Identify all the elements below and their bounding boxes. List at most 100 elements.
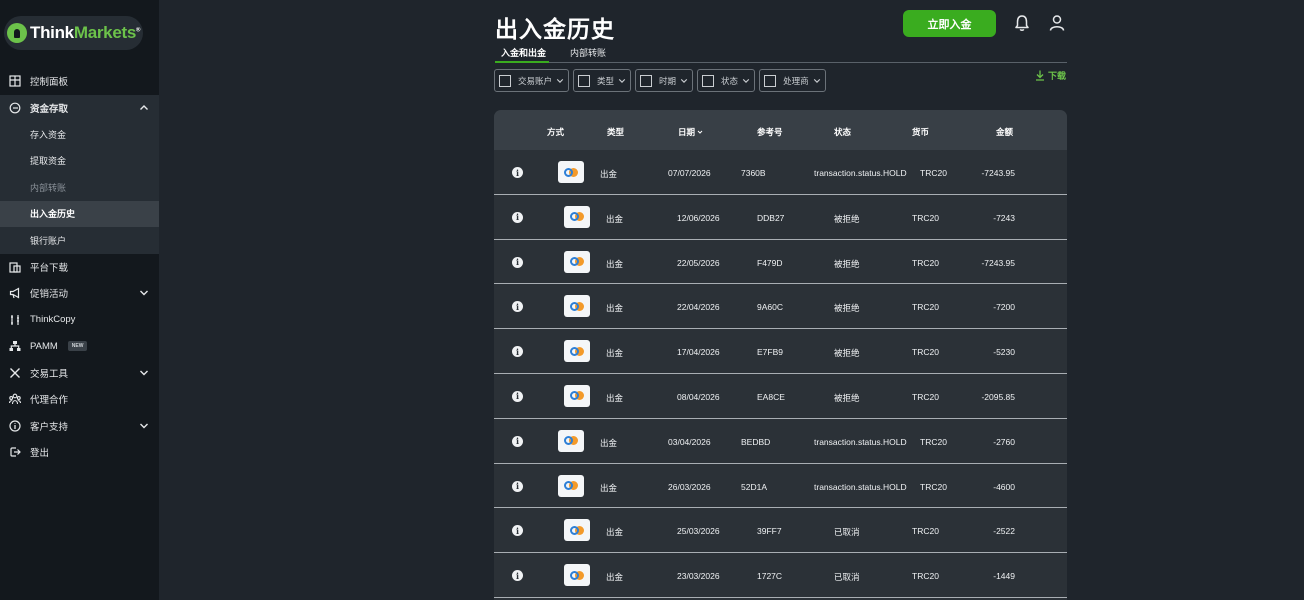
cell-currency: TRC20 xyxy=(912,347,939,358)
filter-checkbox[interactable] xyxy=(640,74,653,87)
cell-status: 已取消 xyxy=(834,572,860,583)
info-icon[interactable]: i xyxy=(512,256,523,268)
cell-amount: -7200 xyxy=(993,302,1015,313)
cell-date: 12/06/2026 xyxy=(677,212,720,223)
sidebar-item-partner[interactable]: 代理合作 xyxy=(0,386,159,413)
table-row[interactable]: i 出金 03/04/2026 BEDBD transaction.status.HOL… xyxy=(494,419,1067,464)
sidebar-item-funds[interactable]: 资金存取 xyxy=(0,94,159,121)
filter-bar: 交易账户 类型 时期 状态 处理商 xyxy=(494,69,826,92)
payment-method-icon xyxy=(564,340,590,363)
sidebar-subitem[interactable]: 出入金历史 xyxy=(0,200,159,227)
download-button[interactable]: 下载 xyxy=(1035,69,1066,82)
info-icon[interactable]: i xyxy=(512,435,523,447)
payment-method-icon xyxy=(564,205,590,228)
tab-bar: 入金和出金 内部转账 xyxy=(495,44,1067,63)
sidebar: ThinkMarkets® 控制面板 资金存取 存入资金 提取资金 内部转账 出入金历史银… xyxy=(0,0,159,600)
sidebar-item-label: ThinkCopy xyxy=(30,314,76,326)
filter-dropdown[interactable]: 类型 xyxy=(573,69,632,92)
filter-checkbox[interactable] xyxy=(499,74,511,87)
sidebar-subitem[interactable]: 银行账户 xyxy=(0,227,159,254)
chevron-down-icon[interactable] xyxy=(139,288,149,298)
filter-dropdown[interactable]: 状态 xyxy=(697,69,756,92)
filter-checkbox[interactable] xyxy=(578,74,591,87)
cell-amount: -7243.95 xyxy=(981,168,1015,178)
cell-amount: -2760 xyxy=(993,436,1015,447)
filter-label: 状态 xyxy=(721,75,739,86)
sidebar-subitem[interactable]: 提取资金 xyxy=(0,147,159,174)
sidebar-subitem[interactable]: 存入资金 xyxy=(0,121,159,148)
table-row[interactable]: i 出金 25/03/2026 39FF7 已取消 TRC20 -2522 xyxy=(494,508,1067,554)
sort-chevron-icon xyxy=(697,130,703,134)
cell-date: 25/03/2026 xyxy=(677,526,720,537)
cell-amount: -5230 xyxy=(993,347,1015,358)
chevron-down-icon[interactable] xyxy=(139,368,149,378)
cell-date: 22/05/2026 xyxy=(677,257,720,268)
info-icon[interactable]: i xyxy=(512,390,523,402)
info-icon[interactable]: i xyxy=(512,211,523,223)
info-icon[interactable]: i xyxy=(512,480,523,492)
cell-date: 26/03/2026 xyxy=(668,481,711,492)
cell-amount: -1449 xyxy=(993,571,1015,582)
filter-checkbox[interactable] xyxy=(702,74,715,87)
chevron-up-icon[interactable] xyxy=(139,103,149,113)
table-row[interactable]: i 出金 12/06/2026 DDB27 被拒绝 TRC20 -7243 xyxy=(494,195,1067,240)
table-row[interactable]: i 出金 07/07/2026 7360B transaction.status.HOL… xyxy=(494,150,1067,195)
payment-method-icon xyxy=(558,474,584,497)
table-row[interactable]: i 出金 22/05/2026 F479D 被拒绝 TRC20 -7243.95 xyxy=(494,240,1067,285)
chevron-down-icon xyxy=(813,78,820,83)
tab-internal-transfer[interactable]: 内部转账 xyxy=(570,46,606,59)
cell-reference: EA8CE xyxy=(757,391,785,402)
info-circle-icon xyxy=(8,419,21,432)
cell-status: 被拒绝 xyxy=(834,392,860,403)
sidebar-item-promo[interactable]: 促销活动 xyxy=(0,280,159,307)
filter-dropdown[interactable]: 时期 xyxy=(635,69,694,92)
sidebar-item-thinkcopy[interactable]: ThinkCopy xyxy=(0,307,159,334)
table-row[interactable]: i 出金 17/04/2026 E7FB9 被拒绝 TRC20 -5230 xyxy=(494,329,1067,374)
filter-label: 交易账户 xyxy=(518,75,553,86)
table-row[interactable]: i 出金 26/03/2026 52D1A transaction.status.HOL… xyxy=(494,464,1067,509)
deposit-now-button[interactable]: 立即入金 xyxy=(903,10,996,37)
user-icon[interactable] xyxy=(1049,14,1065,32)
column-date[interactable]: 日期 xyxy=(678,126,703,138)
tab-deposits-withdrawals[interactable]: 入金和出金 xyxy=(501,46,546,59)
thinkmarkets-logo[interactable]: ThinkMarkets® xyxy=(4,16,143,50)
sidebar-item-label: 登出 xyxy=(30,448,50,460)
cell-type: 出金 xyxy=(606,213,624,224)
sidebar-nav: 控制面板 资金存取 存入资金 提取资金 内部转账 出入金历史 银行账户 平台下载 促销活动 Thi… xyxy=(0,68,159,466)
info-icon[interactable]: i xyxy=(512,167,523,178)
cell-amount: -7243 xyxy=(993,212,1015,223)
table-row[interactable]: i 出金 23/03/2026 1727C 已取消 TRC20 -1449 xyxy=(494,553,1067,598)
cell-reference: 52D1A xyxy=(741,481,767,492)
filter-dropdown[interactable]: 交易账户 xyxy=(494,69,570,92)
table-row[interactable]: i 出金 22/04/2026 9A60C 被拒绝 TRC20 -7200 xyxy=(494,284,1067,330)
filter-dropdown[interactable]: 处理商 xyxy=(759,69,826,92)
sidebar-subitem[interactable]: 内部转账 xyxy=(0,174,159,201)
wallet-icon xyxy=(8,101,21,114)
info-icon[interactable]: i xyxy=(512,525,523,537)
bell-icon[interactable] xyxy=(1014,14,1030,32)
table-row[interactable]: i 出金 08/04/2026 EA8CE 被拒绝 TRC20 -2095.85 xyxy=(494,374,1067,419)
cell-type: 出金 xyxy=(600,437,618,448)
sidebar-item-pamm[interactable]: PAMM NEW xyxy=(0,333,159,360)
filter-checkbox[interactable] xyxy=(764,74,777,87)
column-amount: 金额 xyxy=(996,127,1014,137)
info-icon[interactable]: i xyxy=(512,301,523,313)
chevron-down-icon[interactable] xyxy=(139,421,149,431)
info-icon[interactable]: i xyxy=(512,570,523,582)
page-title: 出入金历史 xyxy=(495,16,615,42)
cell-type: 出金 xyxy=(606,392,624,403)
sidebar-item-dashboard[interactable]: 控制面板 xyxy=(0,68,159,95)
sidebar-item-logout[interactable]: 登出 xyxy=(0,439,159,466)
download-platform-icon xyxy=(8,260,21,273)
column-reference: 参考号 xyxy=(757,127,783,137)
cell-currency: TRC20 xyxy=(912,391,939,402)
column-method: 方式 xyxy=(547,127,565,137)
chevron-down-icon xyxy=(556,78,564,83)
info-icon[interactable]: i xyxy=(512,346,523,358)
cell-date: 07/07/2026 xyxy=(668,168,711,178)
sidebar-item-tools[interactable]: 交易工具 xyxy=(0,360,159,387)
sidebar-item-support[interactable]: 客户支持 xyxy=(0,413,159,440)
sidebar-item-platform[interactable]: 平台下载 xyxy=(0,254,159,281)
table-header: 方式 类型 日期 参考号 状态 货币 金额 xyxy=(494,110,1067,150)
tools-icon xyxy=(8,366,21,379)
